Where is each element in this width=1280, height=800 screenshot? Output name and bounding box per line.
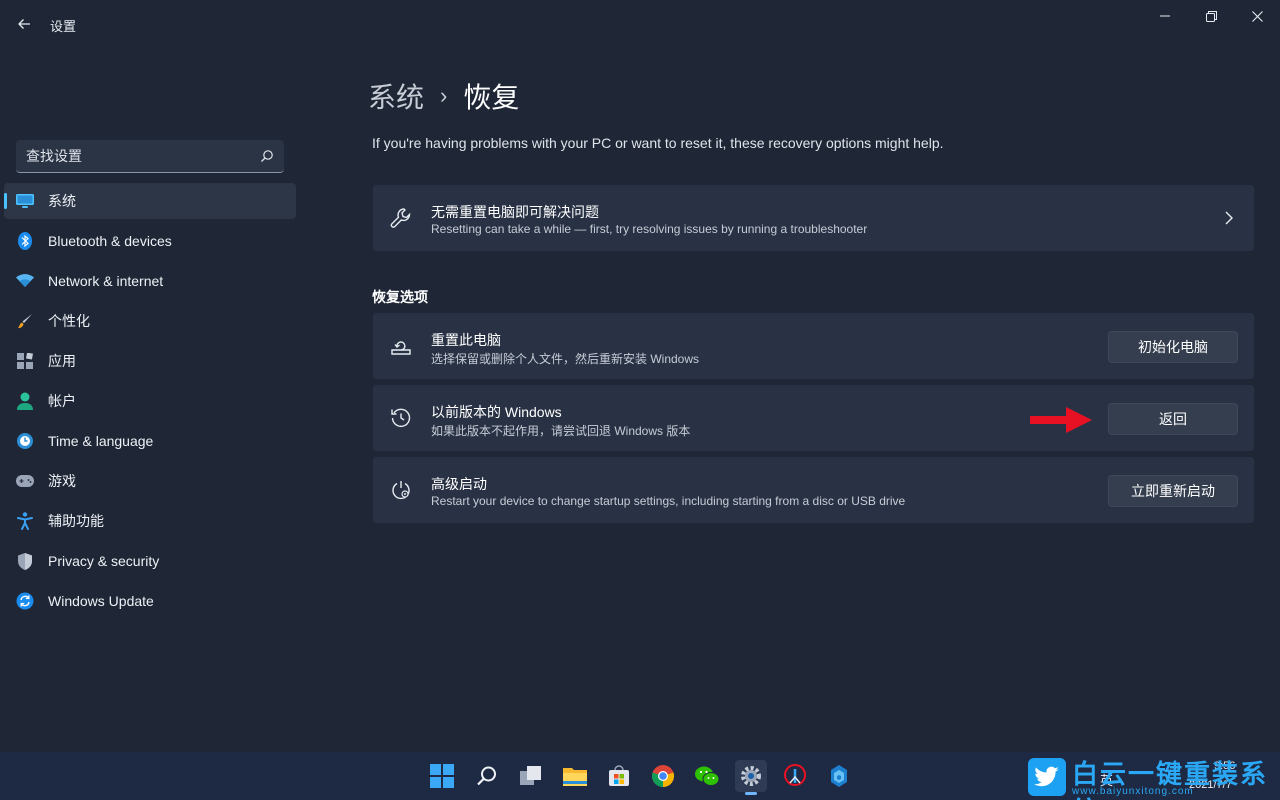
restart-now-button[interactable]: 立即重新启动 (1108, 475, 1238, 507)
start-button[interactable] (426, 760, 458, 792)
sidebar-item-label: 帐户 (48, 393, 76, 409)
accessibility-icon (16, 512, 34, 530)
reset-pc-card: 重置此电脑 选择保留或删除个人文件，然后重新安装 Windows 初始化电脑 (373, 313, 1254, 379)
wrench-icon (389, 206, 413, 230)
sidebar-item-accounts[interactable]: 帐户 (4, 383, 296, 419)
card-subtitle: 选择保留或删除个人文件，然后重新安装 Windows (431, 352, 700, 366)
sidebar-item-label: 系统 (48, 193, 76, 209)
chrome-icon (651, 765, 675, 788)
card-subtitle: Restart your device to change startup se… (431, 494, 906, 508)
card-title: 无需重置电脑即可解决问题 (431, 204, 599, 220)
breadcrumb-separator: › (440, 83, 448, 108)
sidebar-item-label: 个性化 (48, 313, 90, 329)
page-title: 恢复 (463, 82, 520, 113)
folder-icon (563, 768, 587, 786)
wechat-button[interactable] (691, 760, 723, 792)
search-icon (261, 150, 273, 162)
card-subtitle: Resetting can take a while — first, try … (431, 222, 868, 236)
task-view-button[interactable] (515, 760, 547, 792)
taskbar-app-button[interactable] (779, 760, 811, 792)
card-subtitle: 如果此版本不起作用，请尝试回退 Windows 版本 (431, 424, 691, 438)
sidebar-item-label: Privacy & security (48, 553, 160, 569)
bluetooth-icon (16, 232, 34, 250)
brush-icon (16, 312, 34, 330)
troubleshoot-card[interactable]: 无需重置电脑即可解决问题 Resetting can take a while … (373, 185, 1254, 251)
app-icon-2 (831, 765, 847, 787)
search-icon (477, 766, 496, 786)
shield-icon (16, 552, 34, 570)
task-view-icon (520, 766, 541, 785)
settings-gear-icon (741, 766, 761, 786)
section-title: 恢复选项 (372, 289, 428, 305)
advanced-startup-icon (389, 478, 413, 502)
reset-pc-button[interactable]: 初始化电脑 (1108, 331, 1238, 363)
taskbar-search-button[interactable] (471, 760, 503, 792)
restore-icon (1205, 10, 1217, 22)
minimize-icon (1160, 15, 1170, 17)
chevron-right-icon (1225, 211, 1233, 225)
breadcrumb-parent[interactable]: 系统 (368, 76, 424, 116)
settings-window: 设置 系统 Bluetooth & devices (0, 0, 1280, 752)
go-back-card: 以前版本的 Windows 如果此版本不起作用，请尝试回退 Windows 版本… (373, 385, 1254, 451)
watermark: 白云一键重装系统 www.baiyunxitong.com (1026, 754, 1280, 800)
sidebar-item-network[interactable]: Network & internet (4, 263, 296, 299)
settings-button[interactable] (735, 760, 767, 795)
back-arrow-icon (18, 19, 30, 29)
page-description: If you're having problems with your PC o… (372, 135, 944, 151)
reset-pc-icon (389, 334, 413, 358)
twitter-bird-icon (1028, 758, 1066, 796)
sidebar-item-label: 辅助功能 (48, 513, 104, 529)
wechat-icon (695, 766, 720, 786)
taskbar-app-2-button[interactable] (823, 760, 855, 792)
sidebar-item-windows-update[interactable]: Windows Update (4, 583, 296, 619)
sidebar-item-system[interactable]: 系统 (4, 183, 296, 219)
gamepad-icon (16, 472, 34, 490)
title-bar: 设置 (0, 0, 1280, 48)
monitor-icon (16, 192, 34, 210)
globe-clock-icon (16, 432, 34, 450)
file-explorer-button[interactable] (559, 760, 591, 792)
go-back-button[interactable]: 返回 (1108, 403, 1238, 435)
sidebar-item-gaming[interactable]: 游戏 (4, 463, 296, 499)
sidebar-item-apps[interactable]: 应用 (4, 343, 296, 379)
sidebar-item-label: Windows Update (48, 593, 154, 609)
sidebar-item-label: 游戏 (48, 473, 76, 489)
store-icon (609, 765, 629, 786)
sidebar-item-privacy[interactable]: Privacy & security (4, 543, 296, 579)
sidebar-item-accessibility[interactable]: 辅助功能 (4, 503, 296, 539)
sidebar-item-label: 应用 (48, 353, 76, 369)
sidebar-item-time-language[interactable]: Time & language (4, 423, 296, 459)
search-box[interactable] (16, 140, 284, 173)
sidebar-item-label: Network & internet (48, 273, 164, 289)
chrome-button[interactable] (647, 760, 679, 792)
apps-icon (16, 352, 34, 370)
breadcrumb: 系统 › 恢复 (368, 76, 519, 116)
card-title: 高级启动 (431, 476, 487, 492)
red-arrow-icon (1030, 407, 1092, 433)
sidebar-nav: 系统 Bluetooth & devices Network & interne… (4, 183, 296, 623)
sidebar-item-label: Time & language (48, 433, 154, 449)
minimize-button[interactable] (1142, 0, 1188, 32)
search-input[interactable] (26, 148, 260, 164)
wifi-icon (16, 272, 34, 290)
history-icon (389, 406, 413, 430)
app-title: 设置 (50, 19, 77, 34)
watermark-url: www.baiyunxitong.com (1072, 786, 1194, 797)
restore-button[interactable] (1188, 0, 1234, 32)
update-icon (16, 592, 34, 610)
person-icon (16, 392, 34, 410)
back-button[interactable] (10, 10, 38, 38)
store-button[interactable] (603, 760, 635, 792)
sidebar-item-personalization[interactable]: 个性化 (4, 303, 296, 339)
sidebar-item-bluetooth[interactable]: Bluetooth & devices (4, 223, 296, 259)
card-title: 重置此电脑 (431, 332, 501, 348)
close-button[interactable] (1234, 0, 1280, 32)
card-title: 以前版本的 Windows (431, 404, 562, 420)
advanced-startup-card: 高级启动 Restart your device to change start… (373, 457, 1254, 523)
sidebar-item-label: Bluetooth & devices (48, 233, 172, 249)
app-icon (784, 764, 806, 786)
windows-logo-icon (430, 764, 454, 788)
close-icon (1251, 10, 1263, 22)
